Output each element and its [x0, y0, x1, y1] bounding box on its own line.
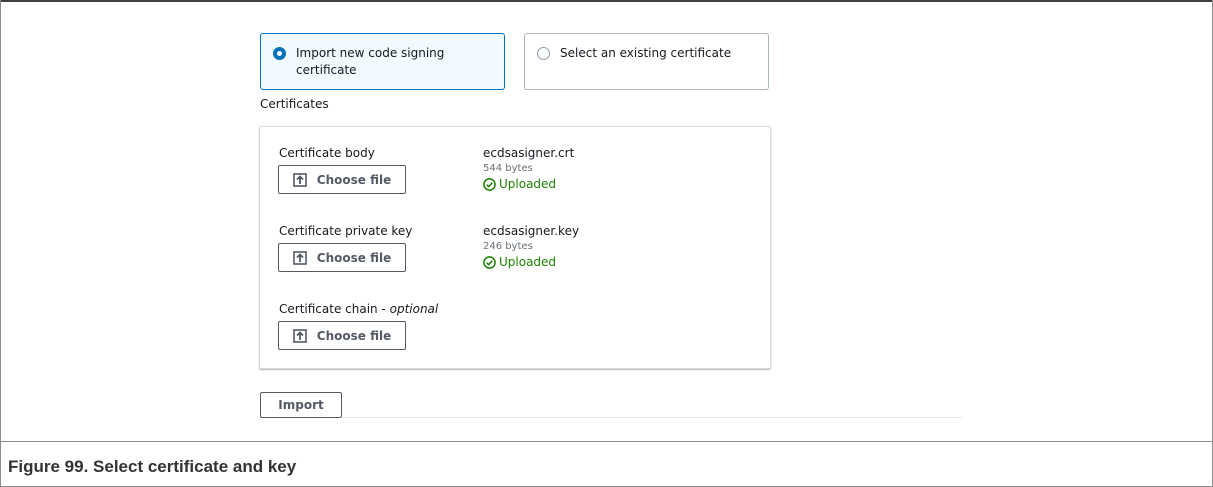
figure-caption: Figure 99. Select certificate and key — [8, 457, 297, 476]
check-circle-icon — [483, 177, 496, 191]
choose-file-label: Choose file — [316, 328, 392, 343]
import-button[interactable]: Import — [260, 392, 342, 418]
caption-divider — [0, 441, 1213, 442]
certificate-chain-label: Certificate chain - optional — [279, 302, 438, 316]
check-circle-icon — [483, 255, 496, 269]
upload-icon — [292, 250, 307, 265]
private-key-status: Uploaded — [483, 255, 556, 269]
option-label-line2: certificate — [296, 63, 357, 77]
certificate-body-choose-file-button[interactable]: Choose file — [278, 165, 406, 194]
certificate-chain-choose-file-button[interactable]: Choose file — [278, 321, 406, 350]
certificate-body-file-name: ecdsasigner.crt — [483, 146, 575, 160]
private-key-file-name: ecdsasigner.key — [483, 224, 580, 238]
certificate-body-status: Uploaded — [483, 177, 556, 191]
upload-icon — [292, 172, 307, 187]
import-new-certificate-option[interactable]: Import new code signing certificate — [260, 33, 505, 90]
optional-tag: optional — [389, 302, 439, 316]
choose-file-label: Choose file — [316, 172, 392, 187]
select-existing-certificate-option[interactable]: Select an existing certificate — [524, 33, 769, 90]
option-label-line1: Import new code signing — [296, 46, 445, 60]
radio-unselected-icon[interactable] — [537, 47, 550, 60]
certificate-private-key-label: Certificate private key — [279, 224, 413, 238]
private-key-file-size: 246 bytes — [483, 241, 533, 252]
certificate-chain-label-text: Certificate chain - — [279, 302, 390, 316]
status-text: Uploaded — [499, 255, 557, 269]
private-key-choose-file-button[interactable]: Choose file — [278, 243, 406, 272]
select-existing-certificate-label: Select an existing certificate — [560, 46, 732, 60]
import-new-certificate-label: Import new code signing certificate — [296, 45, 444, 79]
certificate-body-file-size: 544 bytes — [483, 163, 533, 174]
footer-divider — [343, 417, 963, 418]
status-text: Uploaded — [499, 177, 557, 191]
certificates-heading: Certificates — [260, 97, 329, 111]
certificate-body-label: Certificate body — [279, 146, 375, 160]
choose-file-label: Choose file — [316, 250, 392, 265]
radio-selected-icon[interactable] — [273, 47, 286, 60]
upload-icon — [292, 328, 307, 343]
